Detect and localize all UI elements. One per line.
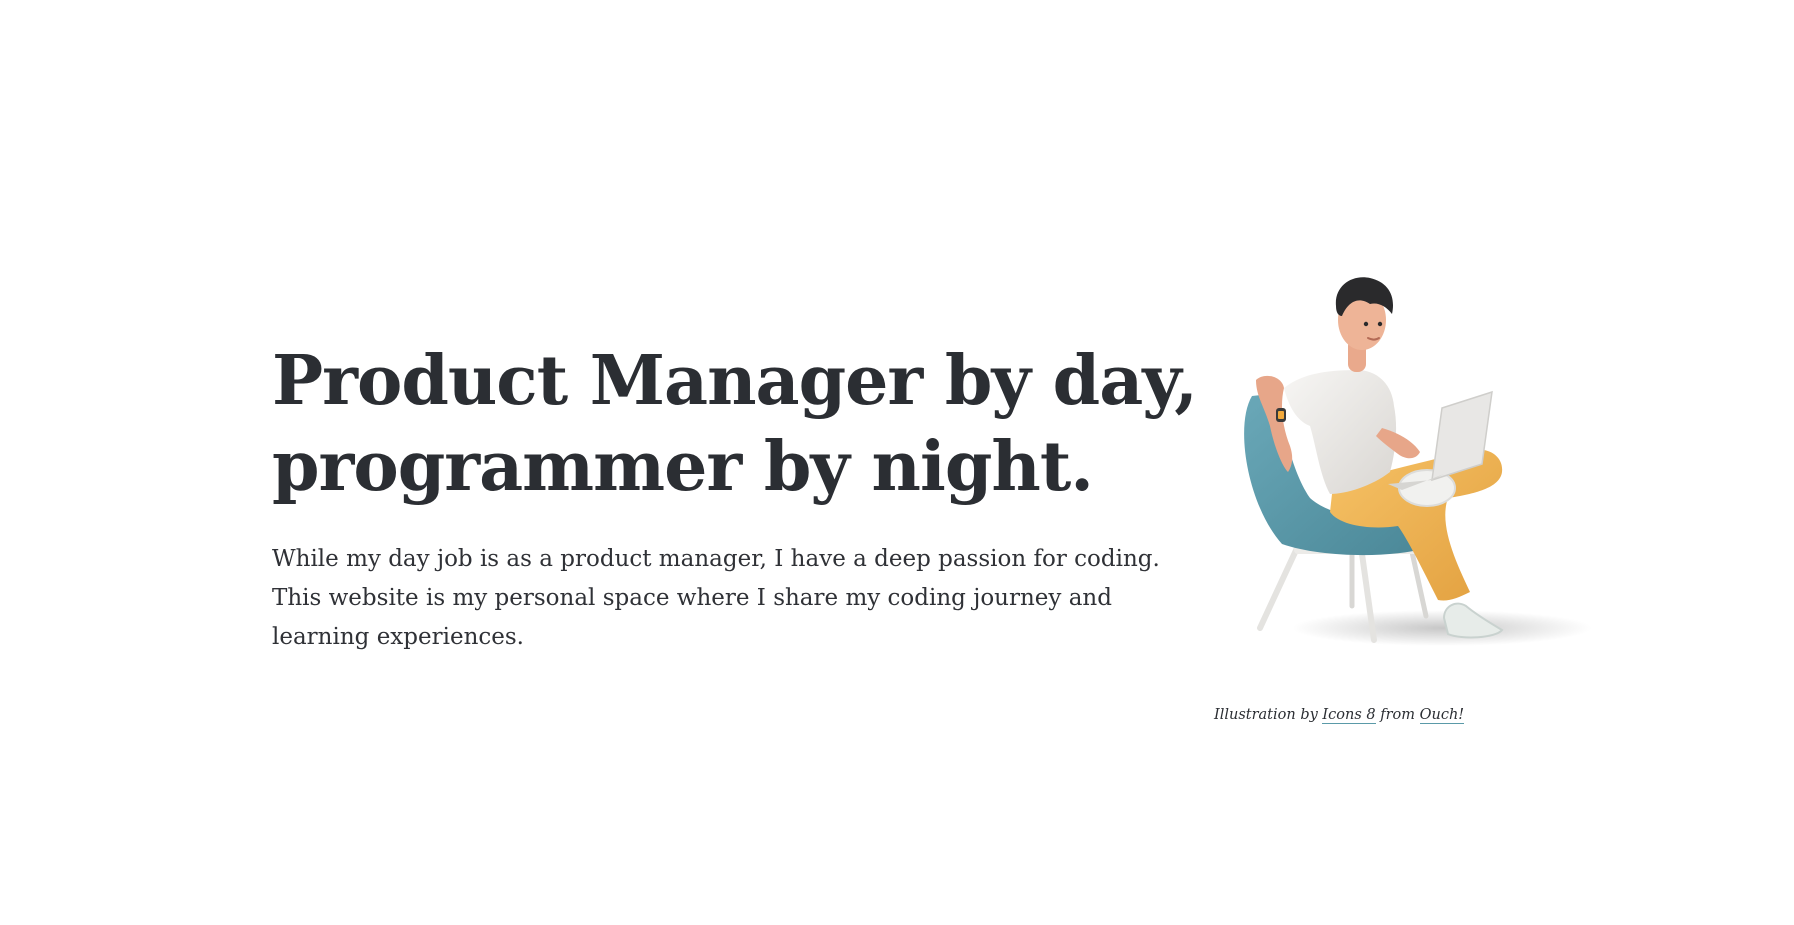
- headline-line-1: Product Manager by day,: [272, 341, 1198, 421]
- hero-section: Product Manager by day, programmer by ni…: [0, 0, 1794, 925]
- hero-text: Product Manager by day, programmer by ni…: [272, 338, 1198, 657]
- credit-prefix: Illustration by: [1214, 707, 1323, 723]
- icons8-link[interactable]: Icons 8: [1322, 707, 1376, 724]
- hero-headline: Product Manager by day, programmer by ni…: [272, 338, 1198, 510]
- person-on-chair-with-laptop-illustration: [1244, 277, 1592, 646]
- hero-illustration: [1212, 276, 1592, 666]
- headline-line-2: programmer by night.: [272, 427, 1094, 507]
- hero-lead-paragraph: While my day job is as a product manager…: [272, 546, 1160, 650]
- ouch-link[interactable]: Ouch!: [1419, 707, 1465, 724]
- credit-middle: from: [1375, 707, 1420, 723]
- illustration-credit: Illustration by Icons 8 from Ouch!: [1214, 707, 1465, 724]
